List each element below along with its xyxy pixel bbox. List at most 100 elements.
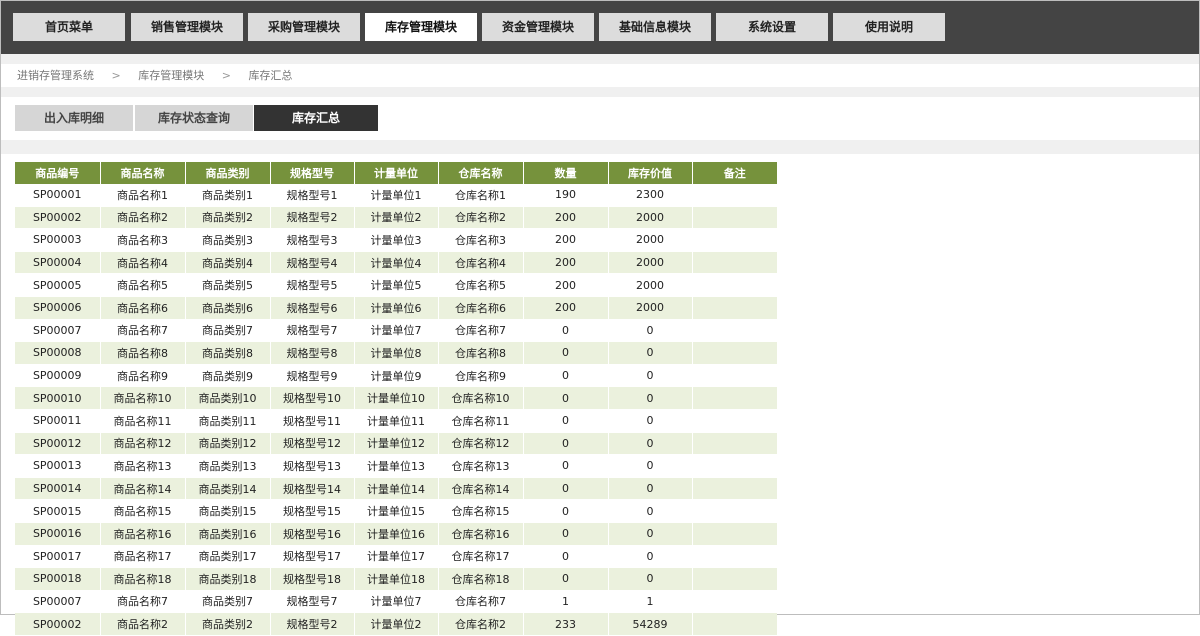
cell-warehouse: 仓库名称2 — [438, 206, 524, 230]
nav-item-purchase[interactable]: 采购管理模块 — [248, 13, 360, 41]
column-header-product-name[interactable]: 商品名称 — [100, 162, 186, 184]
cell-product-name: 商品名称14 — [100, 477, 186, 501]
column-header-quantity[interactable]: 数量 — [523, 162, 609, 184]
table-row[interactable]: SP00005 商品名称5 商品类别5 规格型号5 计量单位5 仓库名称5 200 2000 — [15, 273, 777, 297]
column-header-unit[interactable]: 计量单位 — [354, 162, 439, 184]
table-row[interactable]: SP00002 商品名称2 商品类别2 规格型号2 计量单位2 仓库名称2 233 54289 — [15, 612, 777, 636]
cell-warehouse: 仓库名称3 — [438, 228, 524, 252]
cell-stock-value: 0 — [608, 319, 693, 343]
cell-stock-value: 2000 — [608, 273, 693, 297]
nav-item-basic-info[interactable]: 基础信息模块 — [599, 13, 711, 41]
cell-product-category: 商品类别8 — [185, 341, 271, 365]
table-row[interactable]: SP00007 商品名称7 商品类别7 规格型号7 计量单位7 仓库名称7 1 1 — [15, 590, 777, 614]
breadcrumb-item-module[interactable]: 库存管理模块 — [138, 69, 204, 82]
cell-product-code: SP00002 — [15, 612, 101, 636]
cell-unit: 计量单位14 — [354, 477, 439, 501]
cell-product-code: SP00001 — [15, 184, 101, 207]
column-header-product-category[interactable]: 商品类别 — [185, 162, 271, 184]
cell-remarks — [692, 319, 777, 343]
cell-stock-value: 0 — [608, 409, 693, 433]
cell-quantity: 1 — [523, 590, 609, 614]
cell-quantity: 233 — [523, 612, 609, 636]
cell-unit: 计量单位2 — [354, 206, 439, 230]
cell-warehouse: 仓库名称12 — [438, 432, 524, 456]
cell-remarks — [692, 522, 777, 546]
cell-product-code: SP00005 — [15, 273, 101, 297]
cell-warehouse: 仓库名称18 — [438, 567, 524, 591]
cell-warehouse: 仓库名称15 — [438, 499, 524, 523]
cell-warehouse: 仓库名称7 — [438, 590, 524, 614]
tab-stock-summary[interactable]: 库存汇总 — [254, 105, 378, 131]
cell-product-name: 商品名称12 — [100, 432, 186, 456]
cell-unit: 计量单位6 — [354, 296, 439, 320]
table-row[interactable]: SP00006 商品名称6 商品类别6 规格型号6 计量单位6 仓库名称6 200 2000 — [15, 296, 777, 320]
nav-item-sales[interactable]: 销售管理模块 — [131, 13, 243, 41]
nav-item-inventory[interactable]: 库存管理模块 — [365, 13, 477, 41]
cell-product-code: SP00011 — [15, 409, 101, 433]
cell-product-category: 商品类别15 — [185, 499, 271, 523]
cell-spec-model: 规格型号13 — [270, 454, 355, 478]
tab-stock-status-query[interactable]: 库存状态查询 — [135, 105, 253, 131]
table-row[interactable]: SP00013 商品名称13 商品类别13 规格型号13 计量单位13 仓库名称13 0 0 — [15, 454, 777, 478]
table-row[interactable]: SP00009 商品名称9 商品类别9 规格型号9 计量单位9 仓库名称9 0 0 — [15, 364, 777, 388]
cell-remarks — [692, 432, 777, 456]
cell-stock-value: 2000 — [608, 228, 693, 252]
breadcrumb: 进销存管理系统 > 库存管理模块 > 库存汇总 — [17, 65, 292, 87]
cell-product-category: 商品类别2 — [185, 206, 271, 230]
column-header-remarks[interactable]: 备注 — [692, 162, 777, 184]
cell-warehouse: 仓库名称4 — [438, 251, 524, 275]
cell-remarks — [692, 612, 777, 636]
cell-product-category: 商品类别12 — [185, 432, 271, 456]
cell-spec-model: 规格型号8 — [270, 341, 355, 365]
cell-unit: 计量单位9 — [354, 364, 439, 388]
cell-unit: 计量单位1 — [354, 184, 439, 207]
table-row[interactable]: SP00017 商品名称17 商品类别17 规格型号17 计量单位17 仓库名称17 0 0 — [15, 545, 777, 569]
nav-item-finance[interactable]: 资金管理模块 — [482, 13, 594, 41]
cell-remarks — [692, 296, 777, 320]
table-row[interactable]: SP00002 商品名称2 商品类别2 规格型号2 计量单位2 仓库名称2 200 2000 — [15, 206, 777, 230]
column-header-stock-value[interactable]: 库存价值 — [608, 162, 693, 184]
nav-item-help[interactable]: 使用说明 — [833, 13, 945, 41]
table-row[interactable]: SP00008 商品名称8 商品类别8 规格型号8 计量单位8 仓库名称8 0 0 — [15, 341, 777, 365]
column-header-spec-model[interactable]: 规格型号 — [270, 162, 355, 184]
column-header-warehouse[interactable]: 仓库名称 — [438, 162, 524, 184]
cell-stock-value: 0 — [608, 364, 693, 388]
cell-product-code: SP00008 — [15, 341, 101, 365]
table-row[interactable]: SP00001 商品名称1 商品类别1 规格型号1 计量单位1 仓库名称1 190 2300 — [15, 184, 777, 207]
cell-stock-value: 0 — [608, 567, 693, 591]
cell-product-code: SP00007 — [15, 590, 101, 614]
table-row[interactable]: SP00011 商品名称11 商品类别11 规格型号11 计量单位11 仓库名称11 0 0 — [15, 409, 777, 433]
table-row[interactable]: SP00007 商品名称7 商品类别7 规格型号7 计量单位7 仓库名称7 0 0 — [15, 319, 777, 343]
cell-product-code: SP00007 — [15, 319, 101, 343]
nav-item-settings[interactable]: 系统设置 — [716, 13, 828, 41]
table-row[interactable]: SP00010 商品名称10 商品类别10 规格型号10 计量单位10 仓库名称10 0 0 — [15, 386, 777, 410]
nav-item-home[interactable]: 首页菜单 — [13, 13, 125, 41]
cell-warehouse: 仓库名称10 — [438, 386, 524, 410]
cell-unit: 计量单位10 — [354, 386, 439, 410]
cell-product-code: SP00016 — [15, 522, 101, 546]
cell-product-name: 商品名称17 — [100, 545, 186, 569]
breadcrumb-item-system[interactable]: 进销存管理系统 — [17, 69, 94, 82]
table-row[interactable]: SP00018 商品名称18 商品类别18 规格型号18 计量单位18 仓库名称18 0 0 — [15, 567, 777, 591]
cell-remarks — [692, 228, 777, 252]
cell-product-code: SP00002 — [15, 206, 101, 230]
cell-warehouse: 仓库名称1 — [438, 184, 524, 207]
cell-product-category: 商品类别10 — [185, 386, 271, 410]
cell-spec-model: 规格型号4 — [270, 251, 355, 275]
cell-product-code: SP00018 — [15, 567, 101, 591]
cell-product-category: 商品类别4 — [185, 251, 271, 275]
table-row[interactable]: SP00016 商品名称16 商品类别16 规格型号16 计量单位16 仓库名称16 0 0 — [15, 522, 777, 546]
cell-product-code: SP00009 — [15, 364, 101, 388]
cell-stock-value: 0 — [608, 386, 693, 410]
cell-spec-model: 规格型号9 — [270, 364, 355, 388]
table-row[interactable]: SP00003 商品名称3 商品类别3 规格型号3 计量单位3 仓库名称3 200 2000 — [15, 228, 777, 252]
table-row[interactable]: SP00015 商品名称15 商品类别15 规格型号15 计量单位15 仓库名称15 0 0 — [15, 499, 777, 523]
table-row[interactable]: SP00004 商品名称4 商品类别4 规格型号4 计量单位4 仓库名称4 200 2000 — [15, 251, 777, 275]
cell-remarks — [692, 184, 777, 207]
column-header-product-code[interactable]: 商品编号 — [15, 162, 101, 184]
cell-product-category: 商品类别5 — [185, 273, 271, 297]
tab-stock-in-out-detail[interactable]: 出入库明细 — [15, 105, 133, 131]
cell-quantity: 0 — [523, 319, 609, 343]
table-row[interactable]: SP00014 商品名称14 商品类别14 规格型号14 计量单位14 仓库名称14 0 0 — [15, 477, 777, 501]
table-row[interactable]: SP00012 商品名称12 商品类别12 规格型号12 计量单位12 仓库名称12 0 0 — [15, 432, 777, 456]
